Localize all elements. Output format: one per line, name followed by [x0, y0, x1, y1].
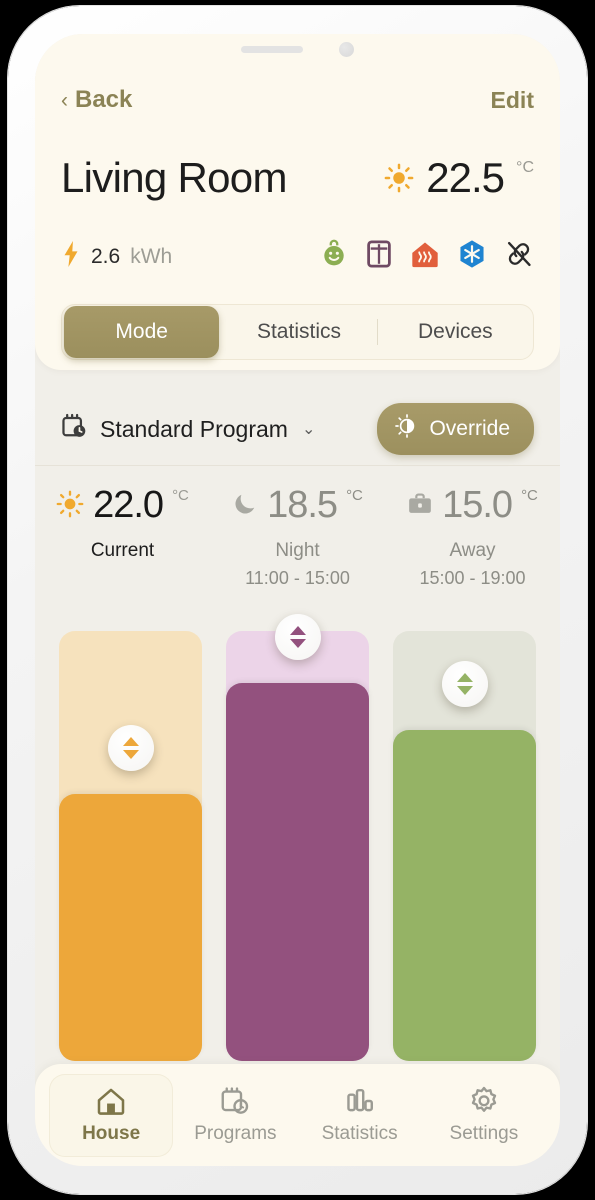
nav-item-programs[interactable]: Programs: [173, 1074, 297, 1157]
segmented-tabs: Mode Statistics Devices: [61, 304, 534, 360]
setpoint-unit: °C: [346, 487, 363, 504]
lightning-bolt-icon: [61, 241, 81, 272]
energy-value: 2.6: [91, 245, 120, 269]
setpoint-value: 22.0: [93, 486, 163, 524]
setpoint-unit: °C: [521, 487, 538, 504]
setpoint-label: Current: [91, 540, 154, 562]
back-button-label: Back: [75, 86, 132, 114]
current-temperature: 22.5 °C: [384, 157, 534, 199]
nav-label: Settings: [450, 1123, 519, 1145]
setpoint-value: 18.5: [267, 486, 337, 524]
slider-fill: [226, 683, 369, 1061]
tab-mode[interactable]: Mode: [64, 306, 219, 358]
setpoint-time: 15:00 - 19:00: [419, 568, 525, 589]
setpoint-away[interactable]: 15.0 °C Away 15:00 - 19:00: [385, 486, 560, 589]
sun-icon: [56, 490, 84, 523]
top-bar: ‹ Back Edit: [35, 86, 560, 114]
house-icon: [96, 1084, 126, 1118]
program-row: Standard Program ⌄ Override: [35, 394, 560, 464]
header-card: ‹ Back Edit Living Room: [35, 34, 560, 370]
setpoint-value-row: 22.0 °C: [56, 486, 189, 524]
setpoint-label: Away: [449, 540, 495, 562]
arrow-up-icon: [123, 737, 139, 746]
current-temp-unit: °C: [516, 159, 534, 177]
slider-night[interactable]: [226, 631, 369, 1061]
phone-frame: ‹ Back Edit Living Room: [8, 6, 587, 1194]
edit-button[interactable]: Edit: [491, 87, 534, 114]
slider-thumb[interactable]: [275, 614, 321, 660]
setpoint-value-row: 18.5 °C: [232, 486, 363, 524]
room-title-row: Living Room 22.5: [61, 154, 534, 202]
nav-label: House: [82, 1123, 140, 1145]
arrow-down-icon: [290, 639, 306, 648]
arrow-up-icon: [457, 673, 473, 682]
arrow-down-icon: [123, 750, 139, 759]
override-button[interactable]: Override: [377, 403, 534, 455]
moon-icon: [232, 491, 258, 522]
setpoint-unit: °C: [172, 487, 189, 504]
nav-item-settings[interactable]: Settings: [422, 1074, 546, 1157]
nav-item-house[interactable]: House: [49, 1074, 173, 1157]
nav-label: Statistics: [322, 1123, 398, 1145]
setpoint-sliders: [35, 631, 560, 1061]
comfort-smiley-icon[interactable]: [320, 239, 348, 274]
energy-unit: kWh: [130, 245, 172, 269]
current-temp-value: 22.5: [426, 157, 504, 199]
program-name: Standard Program: [100, 416, 288, 443]
nav-label: Programs: [194, 1123, 276, 1145]
phone-screen: ‹ Back Edit Living Room: [35, 34, 560, 1166]
meta-row: 2.6 kWh: [61, 239, 534, 274]
page-title: Living Room: [61, 154, 287, 202]
setpoint-value-row: 15.0 °C: [407, 486, 538, 524]
override-button-label: Override: [429, 417, 510, 441]
chevron-down-icon: ⌄: [302, 419, 315, 439]
gear-icon: [469, 1084, 499, 1118]
slider-thumb[interactable]: [442, 661, 488, 707]
calendar-clock-icon: [61, 413, 88, 445]
nav-item-statistics[interactable]: Statistics: [298, 1074, 422, 1157]
arrow-up-icon: [290, 626, 306, 635]
bottom-navigation: House Programs: [35, 1064, 560, 1166]
chevron-left-icon: ‹: [61, 90, 68, 111]
setpoint-time: 11:00 - 15:00: [245, 568, 350, 589]
tab-devices[interactable]: Devices: [378, 304, 533, 360]
slider-away[interactable]: [393, 631, 536, 1061]
slider-fill: [59, 794, 202, 1061]
program-selector[interactable]: Standard Program ⌄: [61, 413, 315, 445]
window-icon[interactable]: [366, 239, 392, 274]
slider-current[interactable]: [59, 631, 202, 1061]
setpoint-row: 22.0 °C Current 18.5 °C Night 11: [35, 486, 560, 589]
slider-fill: [393, 730, 536, 1061]
link-off-icon[interactable]: [504, 239, 534, 274]
cooling-snowflake-icon[interactable]: [458, 239, 486, 274]
arrow-down-icon: [457, 686, 473, 695]
calendar-clock-icon: [220, 1084, 250, 1118]
tab-statistics[interactable]: Statistics: [221, 304, 376, 360]
briefcase-icon: [407, 492, 433, 521]
sun-icon: [384, 163, 414, 198]
section-divider: [35, 465, 560, 466]
slider-thumb[interactable]: [108, 725, 154, 771]
status-icon-row: [320, 239, 534, 274]
bar-chart-icon: [345, 1084, 375, 1118]
setpoint-night[interactable]: 18.5 °C Night 11:00 - 15:00: [210, 486, 385, 589]
energy-usage: 2.6 kWh: [61, 241, 172, 272]
setpoint-current[interactable]: 22.0 °C Current: [35, 486, 210, 589]
setpoint-value: 15.0: [442, 486, 512, 524]
setpoint-label: Night: [275, 540, 319, 562]
brightness-half-icon: [395, 414, 419, 444]
back-button[interactable]: ‹ Back: [61, 86, 132, 114]
heating-house-icon[interactable]: [410, 240, 440, 273]
